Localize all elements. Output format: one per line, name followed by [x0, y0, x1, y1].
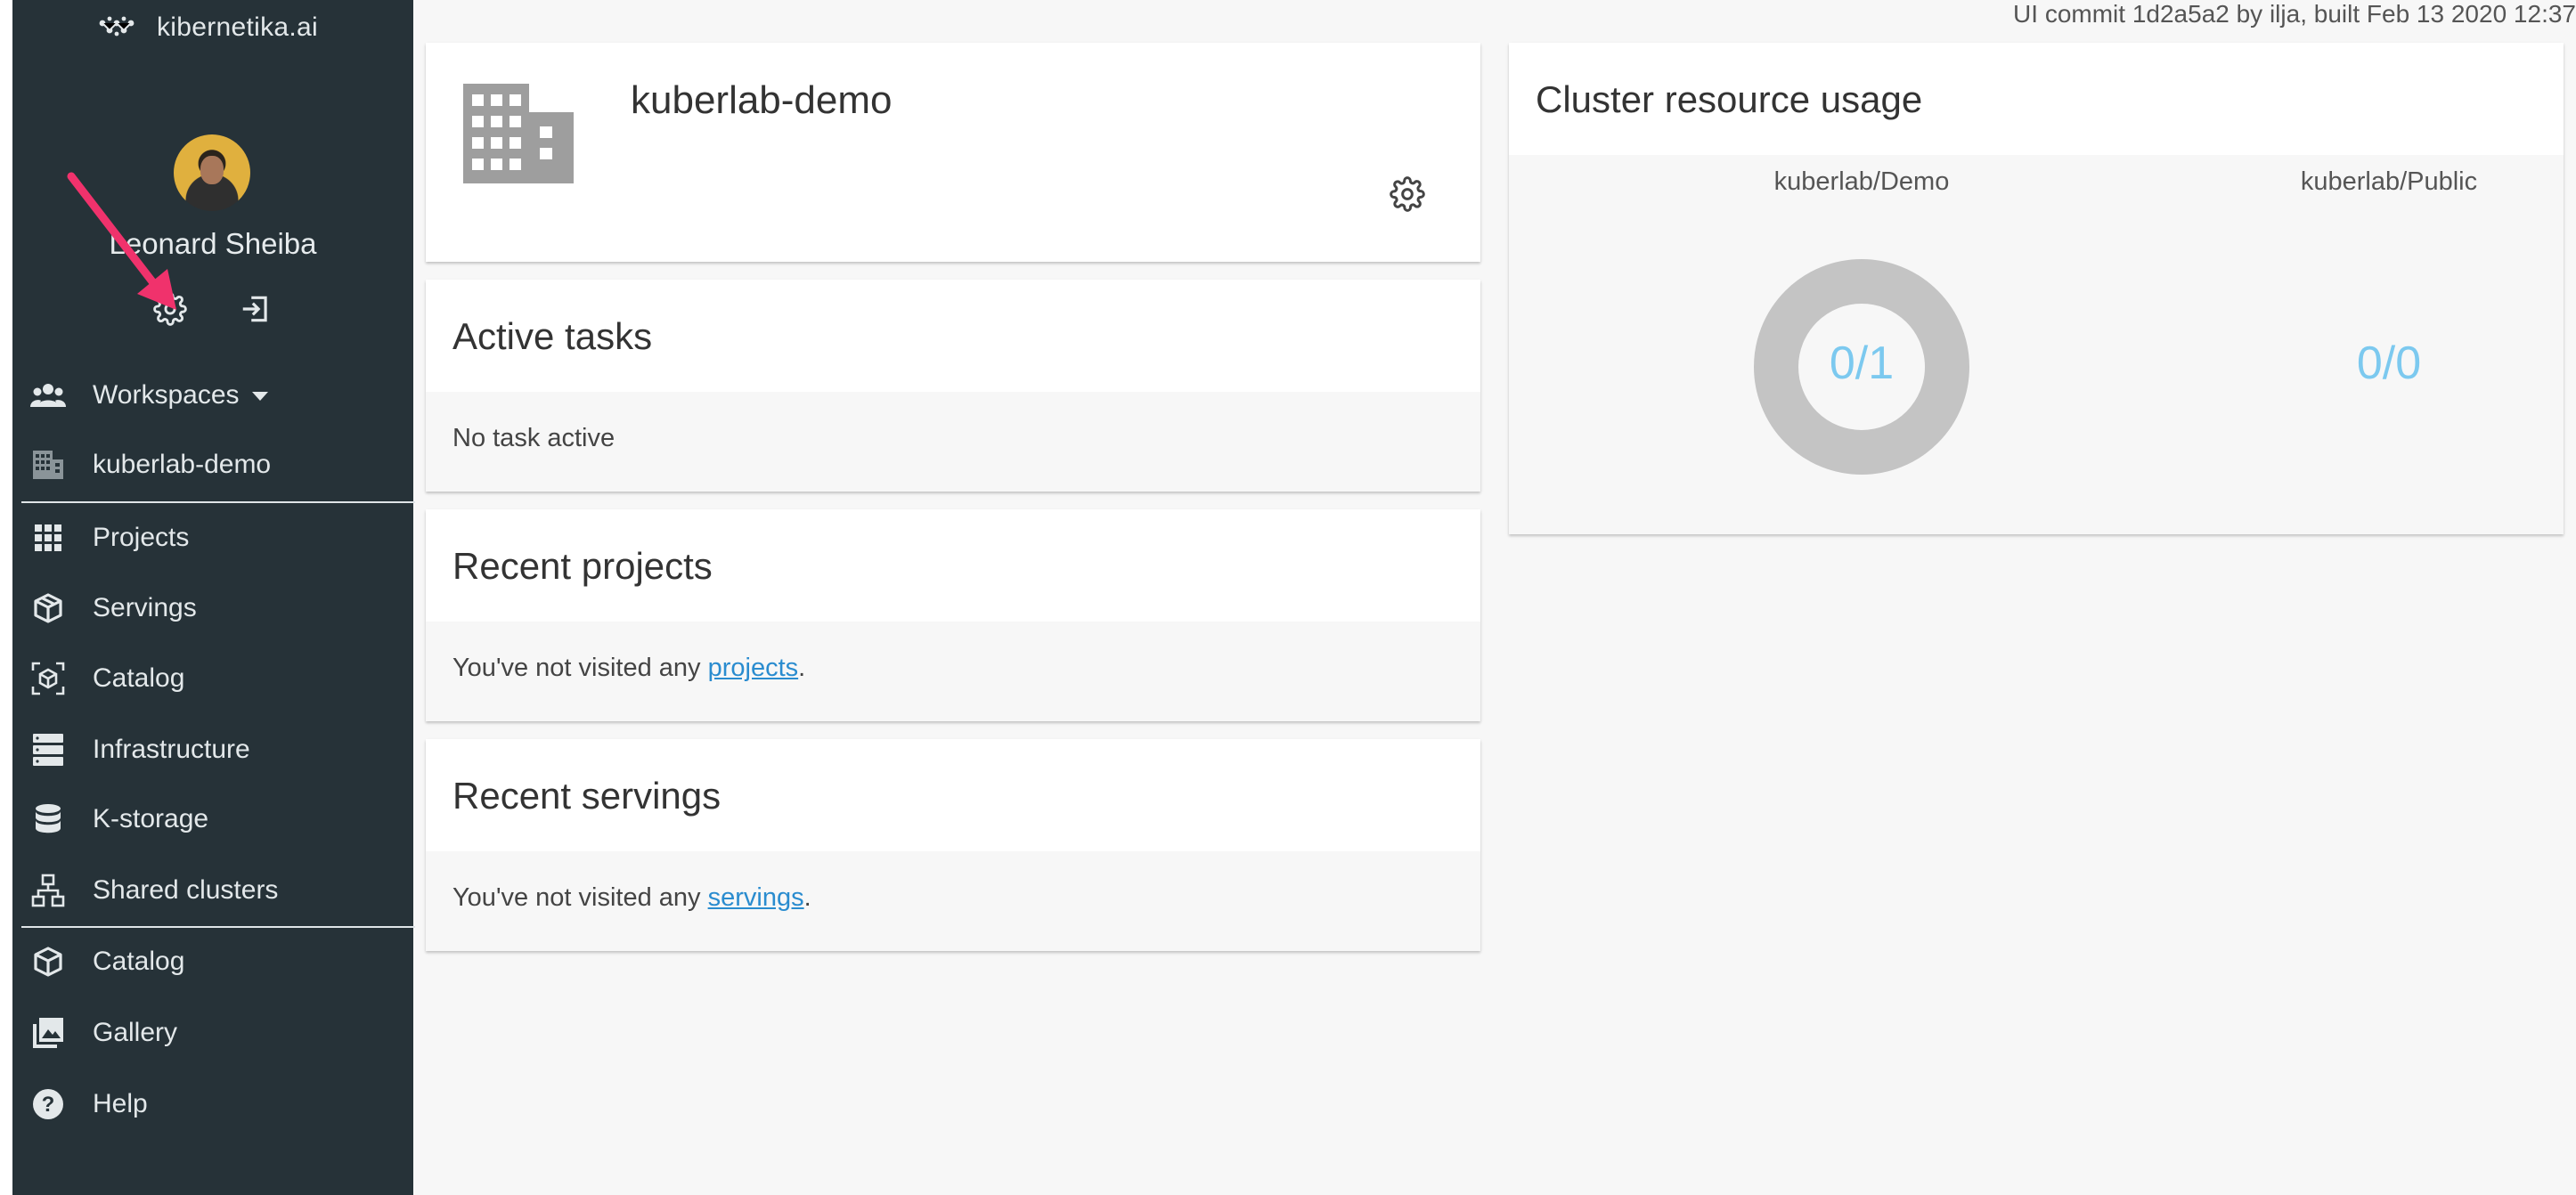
sidebar-item-label: Catalog — [93, 663, 185, 693]
network-icon — [30, 873, 66, 908]
sidebar-item-help[interactable]: ? Help — [12, 1077, 413, 1131]
build-info: UI commit 1d2a5a2 by ilja, built Feb 13 … — [2013, 0, 2576, 28]
building-icon — [463, 84, 574, 183]
cube-icon — [30, 944, 66, 980]
sidebar-item-label: Projects — [93, 523, 190, 552]
sidebar-item-label: Infrastructure — [93, 735, 250, 764]
sidebar-item-label: Gallery — [93, 1018, 178, 1047]
recent-servings-title: Recent servings — [452, 775, 721, 817]
divider — [21, 501, 415, 503]
sidebar-item-infrastructure[interactable]: Infrastructure — [12, 723, 413, 776]
active-tasks-title: Active tasks — [452, 315, 653, 357]
gallery-icon — [30, 1015, 66, 1051]
sidebar-item-servings[interactable]: Servings — [12, 581, 413, 635]
grid-icon — [30, 520, 66, 556]
recent-projects-body: You've not visited any projects. — [426, 622, 1480, 721]
sidebar-item-label: K-storage — [93, 804, 209, 833]
caret-down-icon — [251, 392, 268, 402]
sidebar-item-workspace[interactable]: kuberlab-demo — [12, 438, 413, 492]
sidebar-item-projects[interactable]: Projects — [12, 511, 413, 565]
active-tasks-empty: No task active — [452, 424, 615, 452]
kibernetika-logo-icon — [99, 16, 135, 37]
usage-value: 0/1 — [1829, 337, 1895, 389]
active-tasks-card: Active tasks No task active — [426, 280, 1480, 492]
cube-open-icon — [30, 590, 66, 626]
logout-icon — [242, 296, 267, 322]
workspace-name: kuberlab-demo — [93, 450, 272, 479]
recent-servings-card: Recent servings You've not visited any s… — [426, 739, 1480, 951]
divider — [21, 926, 415, 928]
recent-projects-empty: You've not visited any projects. — [452, 654, 806, 682]
sidebar-item-label: Help — [93, 1089, 148, 1118]
sidebar-item-label: Catalog — [93, 947, 185, 976]
cluster-usage-card: Cluster resource usage kuberlab/Demo 0/1… — [1509, 43, 2564, 534]
sidebar-item-label: Shared clusters — [93, 875, 279, 905]
database-icon — [30, 801, 66, 837]
cluster-name: kuberlab/Demo — [1773, 167, 1950, 196]
sidebar-item-catalog-public[interactable]: Catalog — [12, 935, 413, 988]
server-icon — [30, 732, 66, 768]
sidebar-item-gallery[interactable]: Gallery — [12, 1006, 413, 1060]
active-tasks-body: No task active — [426, 392, 1480, 492]
sidebar-item-label: Servings — [93, 593, 197, 622]
cluster-usage-body: kuberlab/Demo 0/1 kuberlab/Public 0/0 — [1509, 155, 2564, 534]
recent-servings-body: You've not visited any servings. — [426, 851, 1480, 951]
sidebar-item-catalog[interactable]: Catalog — [12, 652, 413, 705]
people-icon — [30, 378, 66, 413]
recent-projects-card: Recent projects You've not visited any p… — [426, 509, 1480, 721]
window-edge — [0, 0, 12, 1195]
brand-name: kibernetika.ai — [157, 12, 318, 42]
brand[interactable]: kibernetika.ai — [98, 12, 318, 43]
workspace-settings-button[interactable] — [1390, 176, 1425, 212]
cluster-name: kuberlab/Public — [2300, 167, 2478, 196]
sidebar-item-shared-clusters[interactable]: Shared clusters — [12, 864, 413, 917]
help-icon: ? — [30, 1086, 66, 1122]
svg-text:?: ? — [42, 1093, 55, 1117]
workspaces-label: Workspaces — [93, 380, 240, 410]
usage-value: 0/0 — [2356, 337, 2422, 389]
workspace-title: kuberlab-demo — [631, 78, 893, 122]
recent-servings-empty: You've not visited any servings. — [452, 883, 811, 912]
building-icon — [30, 447, 66, 483]
scan-cube-icon — [30, 661, 66, 696]
cluster-usage-title: Cluster resource usage — [1536, 78, 1923, 120]
sidebar-item-k-storage[interactable]: K-storage — [12, 793, 413, 846]
workspace-card: kuberlab-demo — [426, 43, 1480, 262]
workspaces-dropdown[interactable]: Workspaces — [12, 369, 413, 422]
projects-link[interactable]: projects — [708, 654, 799, 682]
logout-button[interactable] — [236, 289, 275, 329]
recent-projects-title: Recent projects — [452, 545, 713, 587]
sidebar: kibernetika.ai Leonard Sheiba Workspaces… — [12, 0, 415, 1195]
annotation-arrow-icon — [67, 172, 176, 310]
servings-link[interactable]: servings — [708, 883, 804, 912]
gear-icon — [1390, 176, 1425, 212]
